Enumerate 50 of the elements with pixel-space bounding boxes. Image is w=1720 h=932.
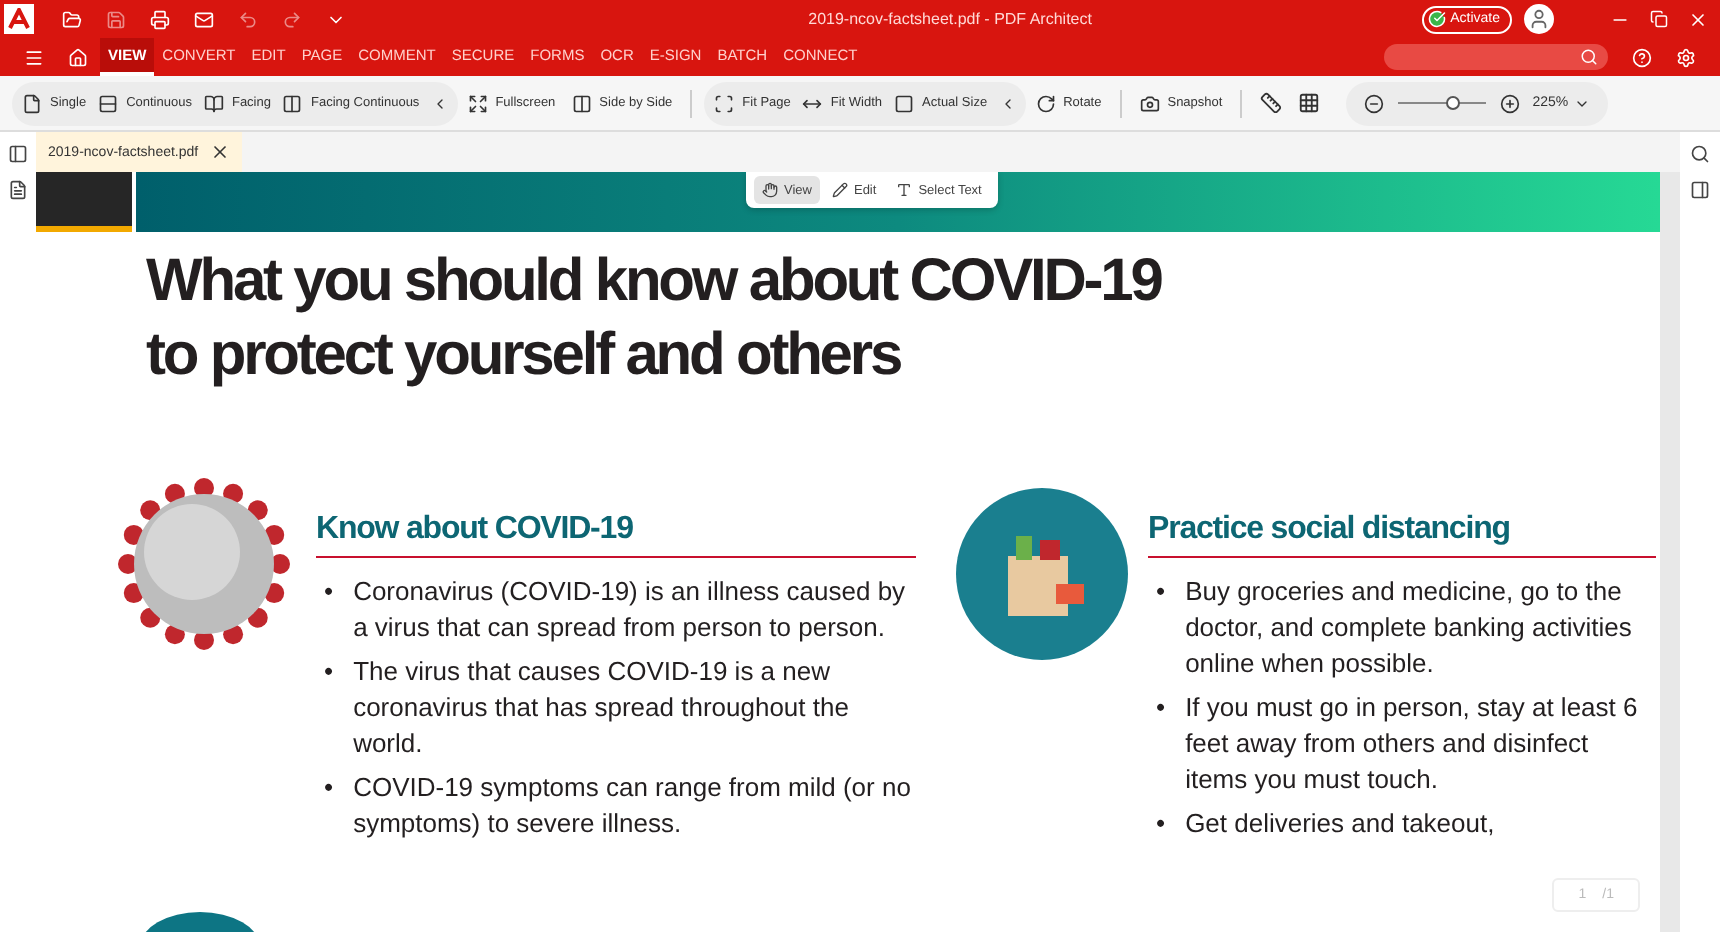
bullet-text: COVID-19 symptoms can range from mild (or no symptoms) to severe illness. <box>353 770 913 842</box>
close-icon[interactable] <box>210 142 231 162</box>
folder-icon[interactable] <box>62 9 82 29</box>
camera-icon <box>1139 93 1160 113</box>
zoom-slider-thumb[interactable] <box>1445 96 1460 110</box>
panel-icon[interactable] <box>8 144 28 164</box>
columns-icon <box>282 93 303 113</box>
document-heading: What you should know about COVID-19 <box>146 246 1164 318</box>
bullet-marker: • <box>324 654 334 690</box>
bullet-marker: • <box>1156 574 1166 610</box>
home-icon[interactable] <box>68 47 88 67</box>
rotate-icon <box>1035 93 1056 113</box>
expand-icon <box>467 93 488 113</box>
hand-icon <box>762 182 778 198</box>
bullet-text: Coronavirus (COVID-19) is an illness caused by a virus that can spread from person to person. <box>353 574 908 646</box>
bullet-text: If you must go in person, stay at least 6 feet away from others and disinfect items you must touch. <box>1185 690 1640 798</box>
bullet-text: Buy groceries and medicine, go to the doctor, and complete banking activities online when possible. <box>1185 574 1634 682</box>
section-heading: Know about COVID-19 <box>316 512 916 558</box>
printer-icon[interactable] <box>150 9 170 29</box>
mail-icon[interactable] <box>194 9 214 29</box>
scan-icon <box>714 93 735 113</box>
search-icon <box>1580 48 1598 66</box>
window-title: 2019-ncov-factsheet.pdf - PDF Architect <box>806 10 1094 28</box>
bullet-marker: • <box>1156 690 1166 726</box>
bookmark-icon[interactable] <box>8 180 28 200</box>
panel-icon[interactable] <box>1690 180 1710 200</box>
text-icon <box>896 182 913 198</box>
book-icon <box>203 93 224 113</box>
help-icon[interactable] <box>1632 47 1652 67</box>
bullet-marker: • <box>324 574 334 610</box>
check-icon <box>1428 10 1447 28</box>
bullet-marker: • <box>324 770 334 806</box>
search-field[interactable] <box>1384 44 1608 70</box>
header-block <box>36 172 132 232</box>
columns-icon <box>571 93 592 113</box>
avatar-icon[interactable] <box>1524 4 1554 34</box>
bullet-text: Get deliveries and takeout, <box>1185 806 1495 842</box>
settings-icon[interactable] <box>1676 47 1696 67</box>
document-heading: to protect yourself and others <box>146 320 903 392</box>
bullet-marker: • <box>1156 806 1166 842</box>
bullet-text: The virus that causes COVID-19 is a new coronavirus that has spread throughout the world. <box>353 654 851 762</box>
close-icon[interactable] <box>1688 9 1708 29</box>
rows-icon <box>98 93 119 113</box>
restore-icon[interactable] <box>1650 10 1668 28</box>
pencil-icon <box>831 182 848 198</box>
search-icon[interactable] <box>1690 144 1710 164</box>
section-heading: Practice social distancing <box>1148 512 1656 558</box>
menu-icon[interactable] <box>24 47 44 67</box>
file-icon <box>22 93 42 113</box>
square-icon <box>894 93 915 113</box>
